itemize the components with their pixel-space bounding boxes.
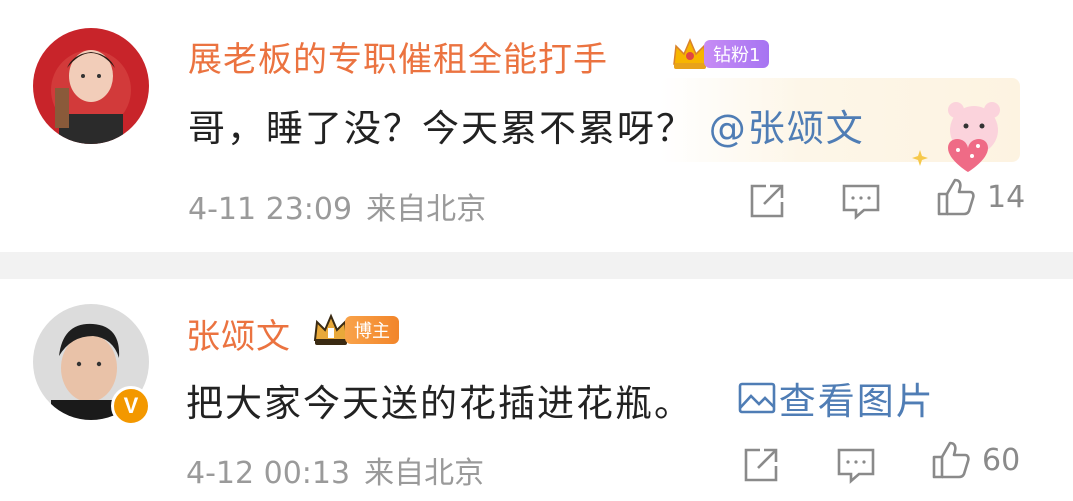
host-badge[interactable]: 博主	[311, 313, 399, 346]
comment-item: 展老板的专职催租全能打手 钻粉1 哥，睡了没？今天累不累呀？ @张颂文 4-11…	[0, 0, 1073, 252]
image-icon	[738, 382, 776, 414]
like-count: 14	[987, 179, 1026, 215]
badge-label: 钻粉1	[704, 40, 770, 68]
comment-text: 把大家今天送的花插进花瓶。 查看图片	[186, 371, 935, 427]
comment-meta: 4-11 23:09 来自北京	[188, 184, 486, 228]
mention-link[interactable]: @张颂文	[709, 107, 865, 150]
share-button[interactable]	[746, 180, 788, 222]
share-icon	[744, 448, 778, 482]
like-button[interactable]: 14	[935, 176, 1025, 218]
location: 来自北京	[364, 456, 485, 491]
share-icon	[750, 184, 784, 218]
share-button[interactable]	[740, 444, 782, 486]
fan-badge[interactable]: 钻粉1	[670, 38, 770, 70]
like-count: 60	[982, 442, 1021, 478]
location: 来自北京	[366, 192, 487, 227]
badge-label: 博主	[345, 316, 399, 344]
like-button[interactable]: 60	[930, 439, 1020, 481]
timestamp: 4-12 00:13	[186, 456, 351, 491]
reply-icon	[837, 448, 875, 484]
reply-icon	[842, 184, 880, 220]
comment-item: V 张颂文 博主 把大家今天送的花插进花瓶。 查看图片 4-12 00:13 来自…	[0, 279, 1073, 501]
comment-meta: 4-12 00:13 来自北京	[186, 448, 484, 492]
avatar[interactable]	[33, 28, 149, 144]
username[interactable]: 张颂文	[186, 309, 291, 358]
like-icon	[937, 178, 975, 216]
reply-button[interactable]	[835, 444, 877, 486]
like-icon	[932, 441, 970, 479]
view-picture-link[interactable]: 查看图片	[737, 371, 935, 425]
comment-text: 哥，睡了没？今天累不累呀？ @张颂文	[188, 107, 865, 150]
timestamp: 4-11 23:09	[188, 192, 353, 227]
comment-divider	[0, 252, 1073, 279]
verified-badge: V	[111, 386, 151, 426]
bear-sticker-icon	[912, 102, 1000, 172]
username[interactable]: 展老板的专职催租全能打手	[188, 32, 608, 81]
reply-button[interactable]	[840, 180, 882, 222]
